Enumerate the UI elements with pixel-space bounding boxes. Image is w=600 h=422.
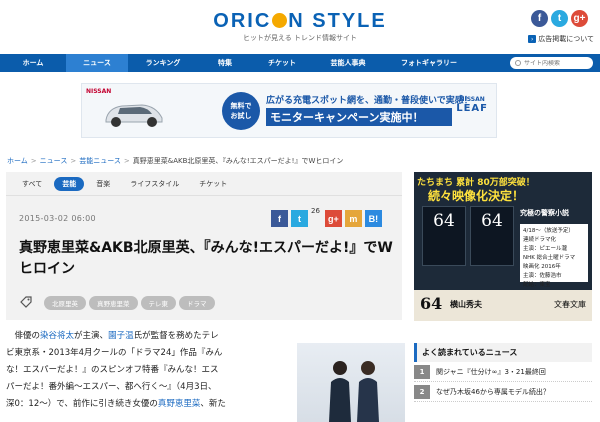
twitter-icon[interactable]: t — [551, 10, 568, 27]
person-link[interactable]: 染谷将太 — [40, 331, 74, 341]
article-date: 2015-03-02 06:00 — [19, 214, 96, 223]
tab-all[interactable]: すべて — [14, 177, 50, 191]
tab-music[interactable]: 音楽 — [88, 177, 118, 191]
body-line: ビ東京系・2013年4月クールの「ドラマ24」作品『みん — [6, 348, 223, 358]
breadcrumb-separator: > — [70, 157, 77, 165]
article-card: すべて 芸能 音楽 ライフスタイル チケット 2015-03-02 06:00 … — [6, 172, 402, 320]
tag-item[interactable]: 北原里英 — [44, 296, 86, 310]
most-read-section: よく読まれているニュース 1 関ジャニ『仕分け∞』3・21最終回 2 なぜ乃木坂… — [414, 343, 592, 402]
leaf-logo: NISSAN LEAF — [456, 96, 488, 114]
ad-info-box: 4/18〜（放送予定） 連続ドラマ化 主演：ピエール瀧 NHK 総合土曜ドラマ … — [520, 224, 588, 288]
mixi-share-button[interactable]: m — [344, 210, 362, 227]
tag-icon — [20, 296, 32, 308]
breadcrumb-entertainment[interactable]: 芸能ニュース — [79, 156, 121, 166]
rank-number: 1 — [414, 364, 430, 379]
category-tabs: すべて 芸能 音楽 ライフスタイル チケット — [6, 172, 402, 196]
twitter-share-button[interactable]: t — [291, 210, 308, 227]
ad-series-label: 究極の警察小説 — [520, 209, 569, 217]
search-icon[interactable] — [515, 60, 521, 66]
most-read-item[interactable]: 1 関ジャニ『仕分け∞』3・21最終回 — [414, 362, 592, 382]
breadcrumb-current: 真野恵里菜&AKB北原里英、『みんな!エスパーだよ!』でWヒロイン — [132, 157, 344, 165]
logo-o-mark — [272, 13, 288, 28]
ad-footer: 64 横山秀夫 文春文庫 — [414, 290, 592, 321]
breadcrumb: ホーム > ニュース > 芸能ニュース > 真野恵里菜&AKB北原里英、『みんな… — [7, 156, 343, 166]
most-read-title[interactable]: なぜ乃木坂46から専属モデル続出？ — [436, 387, 550, 397]
body-line: 俳優の染谷将太が主演、園子温氏が監督を務めたテレ — [14, 331, 219, 341]
hatena-bookmark-button[interactable]: B! — [364, 210, 382, 227]
nav-item-feature[interactable]: 特集 — [198, 54, 252, 72]
nav-item-celebrity[interactable]: 芸能人事典 — [312, 54, 384, 72]
most-read-title[interactable]: 関ジャニ『仕分け∞』3・21最終回 — [436, 367, 546, 377]
person-figure — [357, 361, 379, 422]
article-photo[interactable] — [297, 343, 405, 422]
book-cover: 64 — [470, 206, 514, 266]
banner-campaign: モニターキャンペーン実施中！ — [266, 108, 452, 126]
search-box[interactable] — [510, 57, 593, 69]
tag-list: 北原里英 真野恵里菜 テレ東 ドラマ — [44, 296, 215, 310]
body-line: 深0：12〜）で、前作に引き続き女優の真野恵里菜、新た — [6, 399, 226, 409]
banner-ad[interactable]: NISSAN 無料で お試し 広がる充電スポット網を、通勤・普段使いで実感！ モ… — [81, 83, 497, 138]
search-input[interactable] — [524, 59, 590, 67]
tab-entertainment[interactable]: 芸能 — [54, 176, 85, 191]
google-plus-share-button[interactable]: g+ — [324, 210, 342, 227]
most-read-item[interactable]: 2 なぜ乃木坂46から専属モデル続出？ — [414, 382, 592, 402]
nissan-logo: NISSAN — [86, 88, 112, 95]
person-link[interactable]: 園子温 — [108, 331, 134, 341]
article-title: 真野恵里菜&AKB北原里英、『みんな!エスパーだよ!』でWヒロイン — [19, 240, 393, 277]
nav-item-ranking[interactable]: ランキング — [128, 54, 198, 72]
share-buttons: f t 26 g+ m B! — [271, 207, 382, 227]
site-header: ORIC N STYLE ヒットが見える トレンド情報サイト f t g+ › 広… — [0, 0, 600, 53]
breadcrumb-home[interactable]: ホーム — [7, 156, 28, 166]
tab-ticket[interactable]: チケット — [191, 177, 235, 191]
tag-item[interactable]: テレ東 — [140, 296, 176, 310]
nav-item-news[interactable]: ニュース — [66, 54, 128, 72]
nav-item-photo-gallery[interactable]: フォトギャラリー — [384, 54, 474, 72]
site-logo[interactable]: ORIC N STYLE — [0, 10, 600, 33]
facebook-icon[interactable]: f — [531, 10, 548, 27]
tweet-count: 26 — [311, 207, 320, 215]
body-line: な！エスパーだよ！』のスピンオフ特番『みんな！エス — [6, 365, 219, 375]
sidebar-ad[interactable]: たちまち 累計 80万部突破！ 続々映像化決定！ 64 64 究極の警察小説 4… — [414, 172, 592, 321]
breadcrumb-separator: > — [123, 157, 130, 165]
social-links: f t g+ — [531, 10, 588, 27]
banner-headline: 広がる充電スポット網を、通勤・普段使いで実感！ — [266, 96, 473, 106]
free-trial-badge: 無料で お試し — [222, 92, 260, 130]
article-body: 俳優の染谷将太が主演、園子温氏が監督を務めたテレ ビ東京系・2013年4月クール… — [6, 328, 289, 413]
body-line: パーだよ！番外編〜エスパー、都へ行く〜』（4月3日、 — [6, 382, 217, 392]
breadcrumb-news[interactable]: ニュース — [40, 156, 68, 166]
google-plus-icon[interactable]: g+ — [571, 10, 588, 27]
main-nav: ホーム ニュース ランキング 特集 チケット 芸能人事典 フォトギャラリー — [0, 54, 600, 72]
tag-item[interactable]: 真野恵里菜 — [89, 296, 138, 310]
breadcrumb-separator: > — [30, 157, 37, 165]
ad-info-link[interactable]: › 広告掲載について — [528, 34, 594, 44]
person-figure — [329, 361, 351, 422]
facebook-share-button[interactable]: f — [271, 210, 288, 227]
nav-item-home[interactable]: ホーム — [0, 54, 66, 72]
most-read-heading: よく読まれているニュース — [414, 343, 592, 362]
tag-item[interactable]: ドラマ — [179, 296, 215, 310]
ad-subheadline: 続々映像化決定！ — [428, 189, 525, 203]
nav-item-ticket[interactable]: チケット — [252, 54, 312, 72]
chevron-right-icon: › — [528, 35, 537, 43]
book-cover: 64 — [422, 206, 466, 266]
person-link[interactable]: 真野恵里菜 — [158, 399, 201, 409]
site-tagline: ヒットが見える トレンド情報サイト — [242, 34, 357, 42]
car-image — [105, 104, 163, 127]
tab-lifestyle[interactable]: ライフスタイル — [122, 177, 187, 191]
rank-number: 2 — [414, 384, 430, 399]
